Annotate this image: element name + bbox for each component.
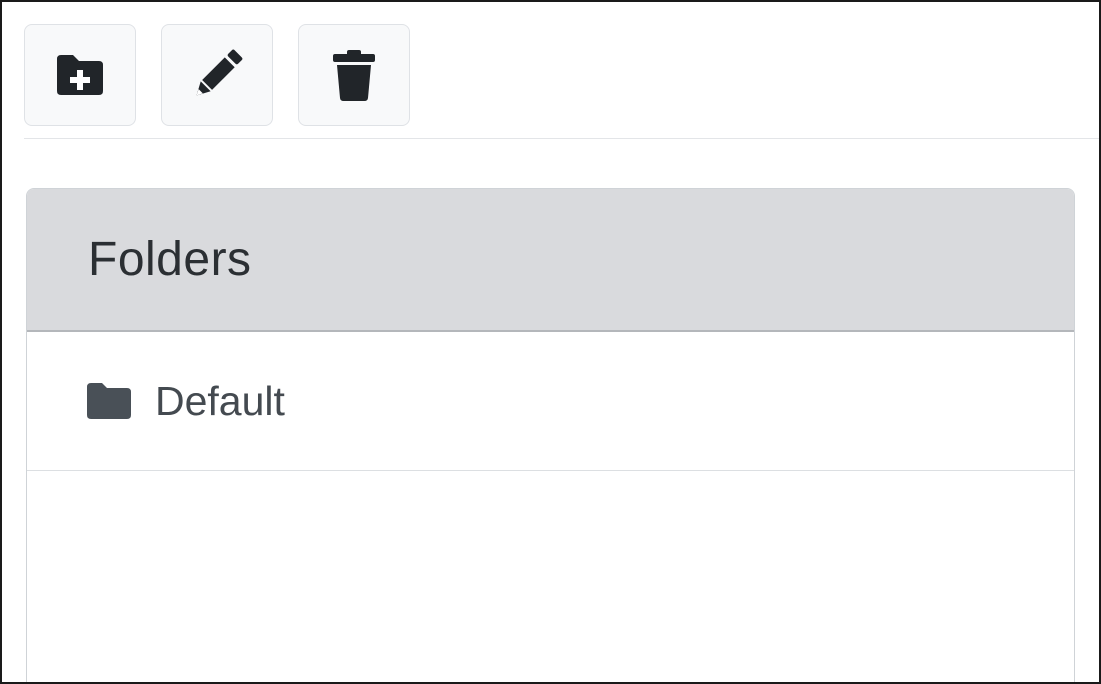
new-folder-button[interactable] [24, 24, 136, 126]
delete-button[interactable] [298, 24, 410, 126]
folders-title: Folders [88, 233, 252, 286]
folders-panel: Folders Default [26, 188, 1075, 682]
pencil-icon [196, 49, 243, 96]
folder-item-default[interactable]: Default [27, 332, 1074, 471]
folder-plus-icon [57, 55, 103, 95]
edit-button[interactable] [161, 24, 273, 126]
toolbar-divider [24, 138, 1099, 139]
window-frame: Folders Default [0, 0, 1101, 684]
folder-item-label: Default [155, 377, 285, 424]
toolbar [24, 24, 435, 126]
trash-icon [333, 50, 375, 101]
folder-icon [85, 382, 133, 420]
folders-panel-header: Folders [27, 189, 1074, 332]
